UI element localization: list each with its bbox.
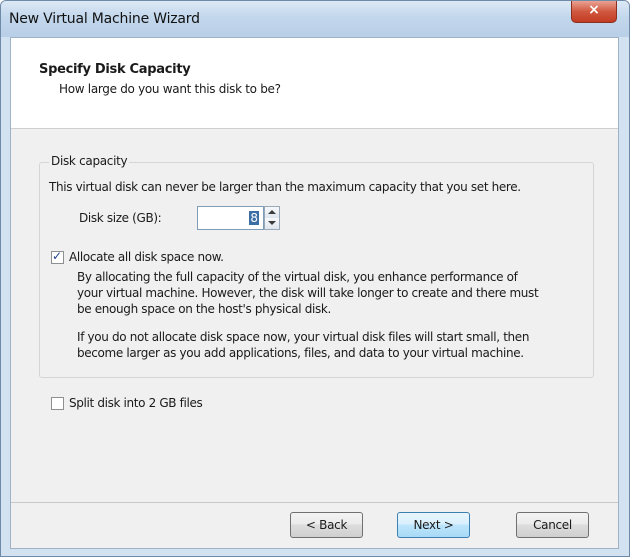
allocate-checkbox[interactable]: ✓ (51, 249, 64, 264)
cancel-button[interactable]: Cancel (516, 512, 589, 538)
disk-capacity-description: This virtual disk can never be larger th… (49, 180, 521, 194)
check-icon: ✓ (52, 249, 63, 263)
allocate-info-line-1: By allocating the full capacity of the v… (77, 270, 518, 284)
allocate-info-line-2: your virtual machine. However, the disk … (77, 286, 539, 300)
disk-size-input[interactable]: 8 (197, 206, 264, 230)
close-icon: × (588, 2, 600, 18)
wizard-window: New Virtual Machine Wizard × Specify Dis… (0, 0, 630, 557)
close-button[interactable]: × (571, 1, 617, 23)
window-title: New Virtual Machine Wizard (9, 11, 200, 27)
split-disk-label[interactable]: Split disk into 2 GB files (69, 396, 203, 410)
wizard-header: Specify Disk Capacity How large do you w… (11, 38, 618, 129)
arrow-up-icon (268, 210, 276, 214)
disk-size-spinner[interactable] (264, 206, 280, 230)
allocate-note-line-1: If you do not allocate disk space now, y… (77, 330, 530, 344)
allocate-label[interactable]: Allocate all disk space now. (69, 250, 224, 264)
back-button[interactable]: < Back (290, 512, 363, 538)
wizard-client-area: Specify Disk Capacity How large do you w… (10, 37, 619, 549)
split-disk-checkbox[interactable] (51, 397, 64, 410)
arrow-down-icon (268, 221, 276, 225)
disk-size-value: 8 (249, 211, 259, 225)
disk-size-label: Disk size (GB): (79, 211, 162, 225)
spin-down-button[interactable] (265, 218, 279, 229)
next-button[interactable]: Next > (397, 512, 470, 538)
disk-capacity-legend: Disk capacity (49, 154, 130, 168)
title-bar[interactable]: New Virtual Machine Wizard × (1, 1, 629, 37)
allocate-info-line-3: be enough space on the host's physical d… (77, 302, 331, 316)
page-title: Specify Disk Capacity (39, 62, 191, 77)
page-subtitle: How large do you want this disk to be? (59, 82, 281, 96)
button-separator (11, 502, 618, 503)
allocate-note-line-2: become larger as you add applications, f… (77, 346, 524, 360)
